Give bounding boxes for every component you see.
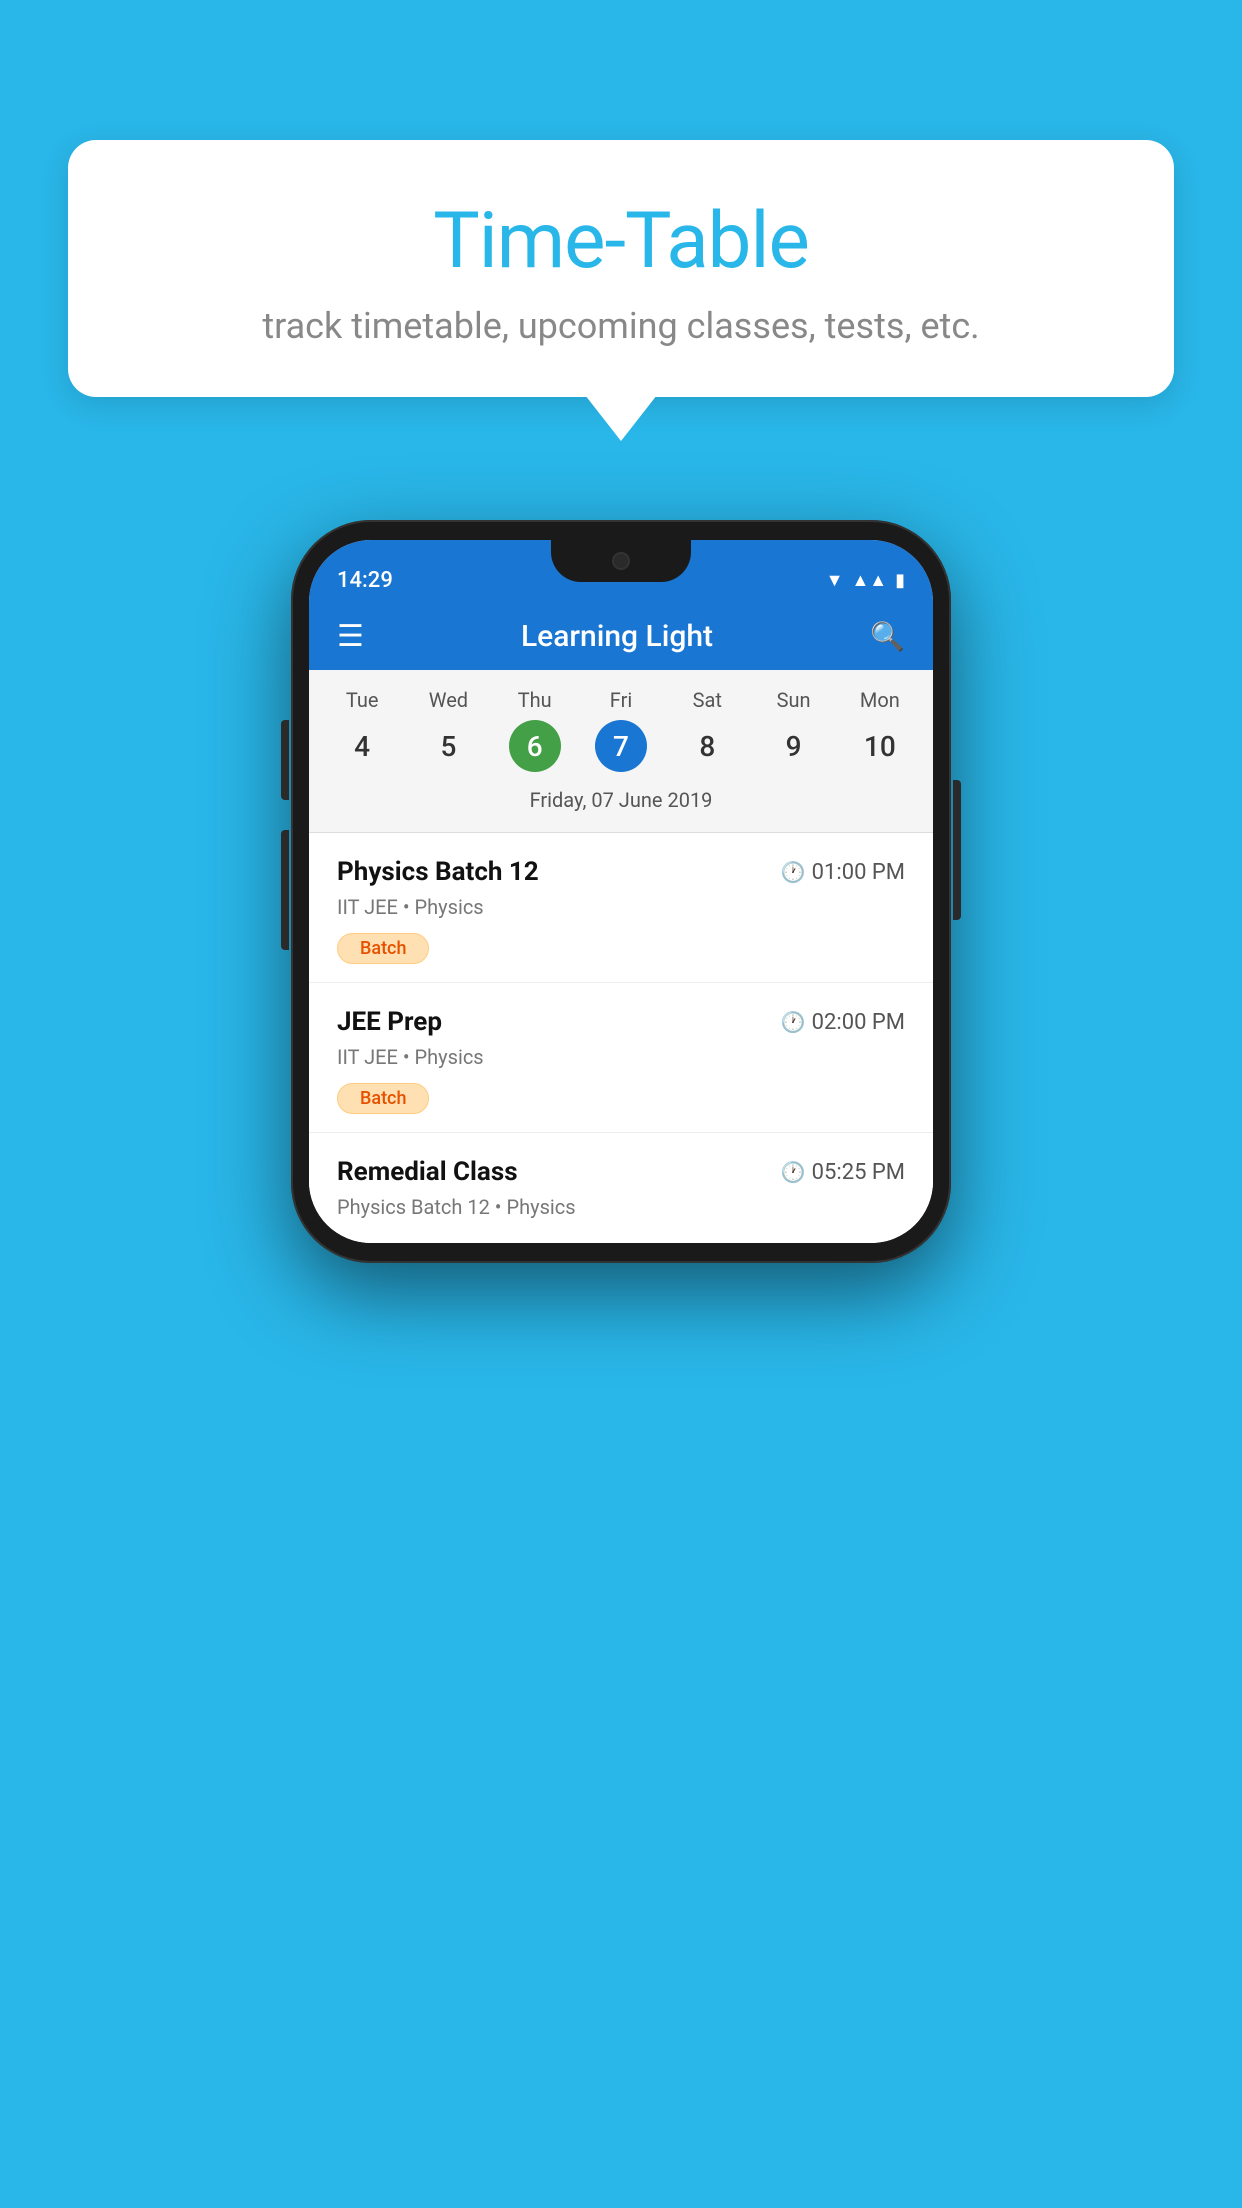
schedule-item-2-title: JEE Prep: [337, 1007, 442, 1037]
schedule-item-2[interactable]: JEE Prep 🕐 02:00 PM IIT JEE • Physics Ba…: [309, 983, 933, 1133]
tooltip-title: Time-Table: [128, 196, 1114, 287]
phone-button-right: [953, 780, 961, 920]
phone-button-left1: [281, 720, 289, 800]
schedule-item-3[interactable]: Remedial Class 🕐 05:25 PM Physics Batch …: [309, 1133, 933, 1243]
schedule-item-1-header: Physics Batch 12 🕐 01:00 PM: [337, 857, 905, 887]
clock-icon-1: 🕐: [781, 860, 806, 884]
calendar-strip: Tue Wed Thu Fri Sat Sun Mon 4 5 6 7 8 9 …: [309, 670, 933, 832]
day-label-wed: Wed: [405, 688, 491, 712]
hamburger-icon[interactable]: ☰: [337, 622, 364, 652]
day-label-mon: Mon: [837, 688, 923, 712]
status-icons: ▼ ▲▲ ▮: [826, 570, 905, 591]
phone-notch: [551, 540, 691, 582]
day-label-tue: Tue: [319, 688, 405, 712]
schedule-item-2-header: JEE Prep 🕐 02:00 PM: [337, 1007, 905, 1037]
schedule-item-3-title: Remedial Class: [337, 1157, 518, 1187]
schedule-item-1[interactable]: Physics Batch 12 🕐 01:00 PM IIT JEE • Ph…: [309, 833, 933, 983]
phone-button-left2: [281, 830, 289, 950]
clock-icon-3: 🕐: [781, 1160, 806, 1184]
day-label-sat: Sat: [664, 688, 750, 712]
status-time: 14:29: [337, 568, 393, 593]
wifi-icon: ▼: [826, 570, 844, 591]
phone-screen: 14:29 ▼ ▲▲ ▮ ☰ Learning Light 🔍 Tue Wed …: [309, 540, 933, 1243]
schedule-item-3-header: Remedial Class 🕐 05:25 PM: [337, 1157, 905, 1187]
schedule-item-2-time: 🕐 02:00 PM: [781, 1010, 905, 1035]
schedule-list: Physics Batch 12 🕐 01:00 PM IIT JEE • Ph…: [309, 833, 933, 1243]
schedule-item-1-time: 🕐 01:00 PM: [781, 860, 905, 885]
signal-icon: ▲▲: [851, 570, 887, 591]
schedule-item-1-title: Physics Batch 12: [337, 857, 539, 887]
schedule-item-1-sub: IIT JEE • Physics: [337, 895, 905, 919]
tooltip-subtitle: track timetable, upcoming classes, tests…: [128, 305, 1114, 347]
day-10[interactable]: 10: [854, 720, 906, 772]
battery-icon: ▮: [895, 570, 905, 591]
app-title: Learning Light: [521, 619, 713, 654]
phone-mockup: 14:29 ▼ ▲▲ ▮ ☰ Learning Light 🔍 Tue Wed …: [291, 520, 951, 1263]
day-9[interactable]: 9: [768, 720, 820, 772]
day-5[interactable]: 5: [422, 720, 474, 772]
schedule-item-2-badge: Batch: [337, 1083, 429, 1114]
search-icon[interactable]: 🔍: [870, 620, 905, 653]
schedule-item-1-badge: Batch: [337, 933, 429, 964]
clock-icon-2: 🕐: [781, 1010, 806, 1034]
day-8[interactable]: 8: [681, 720, 733, 772]
schedule-item-3-time: 🕐 05:25 PM: [781, 1160, 905, 1185]
tooltip-card: Time-Table track timetable, upcoming cla…: [68, 140, 1174, 397]
day-6-today[interactable]: 6: [509, 720, 561, 772]
day-7-selected[interactable]: 7: [595, 720, 647, 772]
day-label-thu: Thu: [492, 688, 578, 712]
day-numbers: 4 5 6 7 8 9 10: [319, 720, 923, 772]
day-label-sun: Sun: [750, 688, 836, 712]
app-bar: ☰ Learning Light 🔍: [309, 603, 933, 670]
day-labels: Tue Wed Thu Fri Sat Sun Mon: [319, 688, 923, 712]
schedule-item-2-sub: IIT JEE • Physics: [337, 1045, 905, 1069]
schedule-item-3-sub: Physics Batch 12 • Physics: [337, 1195, 905, 1219]
phone-camera: [612, 552, 630, 570]
selected-date: Friday, 07 June 2019: [319, 782, 923, 826]
day-4[interactable]: 4: [336, 720, 388, 772]
day-label-fri: Fri: [578, 688, 664, 712]
phone-frame: 14:29 ▼ ▲▲ ▮ ☰ Learning Light 🔍 Tue Wed …: [291, 520, 951, 1263]
